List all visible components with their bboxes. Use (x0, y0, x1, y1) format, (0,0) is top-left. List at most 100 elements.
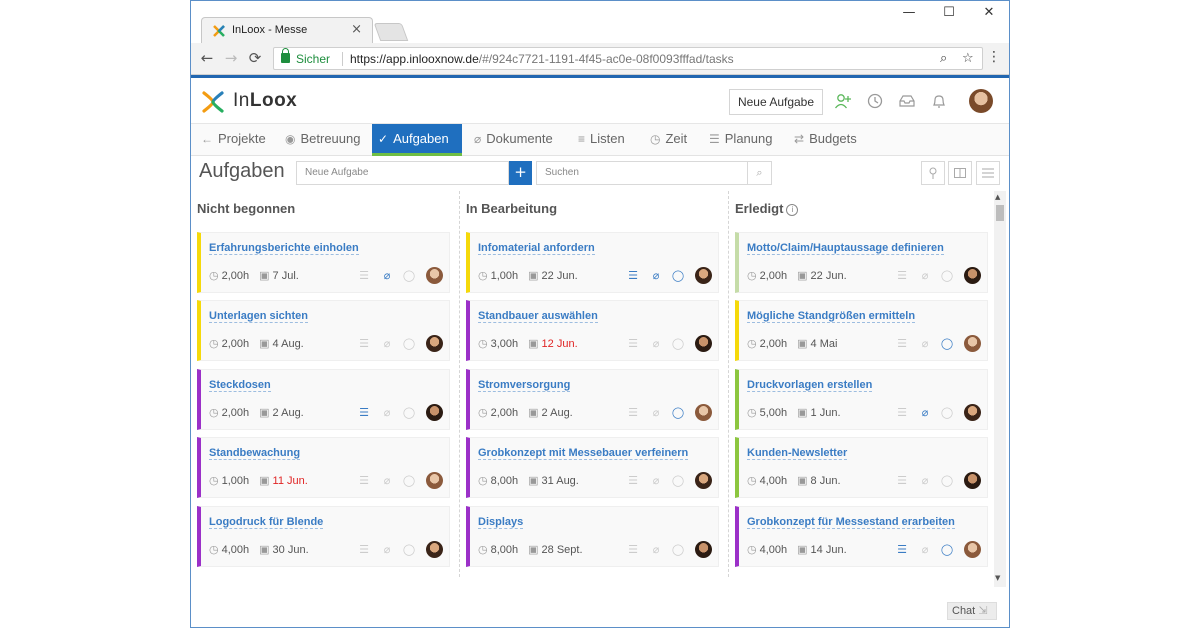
task-title[interactable]: Stromversorgung (478, 379, 571, 392)
assignee-avatar[interactable] (695, 404, 712, 421)
inloox-logo-icon[interactable] (201, 90, 225, 114)
assignee-avatar[interactable] (695, 541, 712, 558)
nav-projekte[interactable]: ← Projekte (195, 124, 272, 156)
nav-aufgaben[interactable]: ✓ Aufgaben (372, 124, 462, 156)
new-task-header-button[interactable]: Neue Aufgabe (729, 89, 823, 115)
zoom-icon[interactable]: ⌕ (940, 51, 947, 66)
assignee-avatar[interactable] (964, 267, 981, 284)
search-icon[interactable]: ⌕ (748, 161, 772, 185)
new-task-input[interactable]: Neue Aufgabe (296, 161, 509, 185)
checklist-icon[interactable]: ☰ (356, 405, 372, 421)
task-title[interactable]: Druckvorlagen erstellen (747, 379, 873, 392)
checklist-icon[interactable]: ☰ (894, 542, 910, 558)
nav-budgets[interactable]: ⇄ Budgets (788, 124, 863, 156)
task-title[interactable]: Logodruck für Blende (209, 516, 324, 529)
assignee-avatar[interactable] (964, 335, 981, 352)
attachment-icon[interactable]: ⌀ (379, 473, 395, 489)
assignee-avatar[interactable] (964, 472, 981, 489)
nav-zeit[interactable]: ◷ Zeit (644, 124, 693, 156)
task-card[interactable]: Steckdosen ◷ 2,00h ▣ 2 Aug. ☰ ⌀ ◯ (197, 369, 450, 430)
attachment-icon[interactable]: ⌀ (917, 542, 933, 558)
task-title[interactable]: Kunden-Newsletter (747, 447, 848, 460)
scroll-up-icon[interactable]: ▲ (995, 193, 1000, 201)
comment-icon[interactable]: ◯ (670, 542, 686, 558)
comment-icon[interactable]: ◯ (939, 336, 955, 352)
attachment-icon[interactable]: ⌀ (379, 336, 395, 352)
task-title[interactable]: Steckdosen (209, 379, 271, 392)
tab-close-icon[interactable]: × (351, 22, 362, 37)
task-card[interactable]: Mögliche Standgrößen ermitteln ◷ 2,00h ▣ 4 M… (735, 300, 988, 361)
attachment-icon[interactable]: ⌀ (648, 268, 664, 284)
task-card[interactable]: Displays ◷ 8,00h ▣ 28 Sept. ☰ ⌀ ◯ (466, 506, 719, 567)
task-card[interactable]: Grobkonzept für Messestand erarbeiten ◷ 4,… (735, 506, 988, 567)
attachment-icon[interactable]: ⌀ (917, 473, 933, 489)
comment-icon[interactable]: ◯ (670, 336, 686, 352)
checklist-icon[interactable]: ☰ (625, 542, 641, 558)
attachment-icon[interactable]: ⌀ (917, 268, 933, 284)
comment-icon[interactable]: ◯ (670, 473, 686, 489)
task-title[interactable]: Erfahrungsberichte einholen (209, 242, 359, 255)
comment-icon[interactable]: ◯ (939, 542, 955, 558)
comment-icon[interactable]: ◯ (939, 268, 955, 284)
browser-menu-icon[interactable]: ⋮ (987, 49, 1001, 65)
nav-planung[interactable]: ☰ Planung (703, 124, 778, 156)
checklist-icon[interactable]: ☰ (625, 473, 641, 489)
minimize-icon[interactable]: — (895, 5, 923, 20)
history-icon[interactable] (865, 92, 885, 112)
chat-button[interactable]: Chat ⇲ (947, 602, 997, 620)
search-input[interactable]: Suchen (536, 161, 748, 185)
task-title[interactable]: Grobkonzept für Messestand erarbeiten (747, 516, 955, 529)
attachment-icon[interactable]: ⌀ (648, 542, 664, 558)
url-input[interactable]: Sicher https://app.inlooxnow.de/#/924c77… (273, 47, 983, 70)
nav-dokumente[interactable]: ⌀ Dokumente (468, 124, 559, 156)
attachment-icon[interactable]: ⌀ (379, 268, 395, 284)
nav-betreuung[interactable]: ◉ Betreuung (279, 124, 366, 156)
scroll-thumb[interactable] (996, 205, 1004, 221)
assignee-avatar[interactable] (964, 541, 981, 558)
task-title[interactable]: Standbewachung (209, 447, 301, 460)
attachment-icon[interactable]: ⌀ (917, 405, 933, 421)
task-card[interactable]: Motto/Claim/Hauptaussage definieren ◷ 2,00… (735, 232, 988, 293)
checklist-icon[interactable]: ☰ (356, 336, 372, 352)
task-title[interactable]: Mögliche Standgrößen ermitteln (747, 310, 916, 323)
scroll-down-icon[interactable]: ▼ (995, 574, 1000, 582)
back-icon[interactable]: ← (197, 49, 217, 67)
user-avatar[interactable] (969, 89, 993, 113)
assignee-avatar[interactable] (426, 472, 443, 489)
board-scrollbar[interactable]: ▲ ▼ (994, 191, 1006, 587)
task-card[interactable]: Standbewachung ◷ 1,00h ▣ 11 Jun. ☰ ⌀ ◯ (197, 437, 450, 498)
attachment-icon[interactable]: ⌀ (648, 405, 664, 421)
bookmark-star-icon[interactable]: ☆ (962, 51, 974, 66)
assignee-avatar[interactable] (695, 472, 712, 489)
checklist-icon[interactable]: ☰ (356, 542, 372, 558)
checklist-icon[interactable]: ☰ (625, 268, 641, 284)
assignee-avatar[interactable] (426, 404, 443, 421)
comment-icon[interactable]: ◯ (670, 268, 686, 284)
task-title[interactable]: Standbauer auswählen (478, 310, 598, 323)
reload-icon[interactable]: ⟳ (245, 49, 265, 67)
task-card[interactable]: Unterlagen sichten ◷ 2,00h ▣ 4 Aug. ☰ ⌀ ◯ (197, 300, 450, 361)
task-card[interactable]: Druckvorlagen erstellen ◷ 5,00h ▣ 1 Jun. ☰ ⌀ ◯ (735, 369, 988, 430)
board-view-icon[interactable] (948, 161, 972, 185)
assignee-avatar[interactable] (426, 267, 443, 284)
task-title[interactable]: Grobkonzept mit Messebauer verfeinern (478, 447, 689, 460)
checklist-icon[interactable]: ☰ (625, 336, 641, 352)
task-title[interactable]: Displays (478, 516, 524, 529)
comment-icon[interactable]: ◯ (401, 336, 417, 352)
attachment-icon[interactable]: ⌀ (379, 405, 395, 421)
comment-icon[interactable]: ◯ (939, 405, 955, 421)
checklist-icon[interactable]: ☰ (356, 473, 372, 489)
task-card[interactable]: Kunden-Newsletter ◷ 4,00h ▣ 8 Jun. ☰ ⌀ ◯ (735, 437, 988, 498)
comment-icon[interactable]: ◯ (939, 473, 955, 489)
maximize-icon[interactable]: ☐ (935, 5, 963, 20)
task-card[interactable]: Logodruck für Blende ◷ 4,00h ▣ 30 Jun. ☰ ⌀ ◯ (197, 506, 450, 567)
list-view-icon[interactable] (976, 161, 1000, 185)
info-icon[interactable]: i (786, 204, 799, 216)
checklist-icon[interactable]: ☰ (894, 336, 910, 352)
task-title[interactable]: Infomaterial anfordern (478, 242, 595, 255)
task-title[interactable]: Motto/Claim/Hauptaussage definieren (747, 242, 944, 255)
task-card[interactable]: Grobkonzept mit Messebauer verfeinern ◷ 8,… (466, 437, 719, 498)
comment-icon[interactable]: ◯ (401, 268, 417, 284)
assignee-avatar[interactable] (695, 267, 712, 284)
comment-icon[interactable]: ◯ (401, 405, 417, 421)
